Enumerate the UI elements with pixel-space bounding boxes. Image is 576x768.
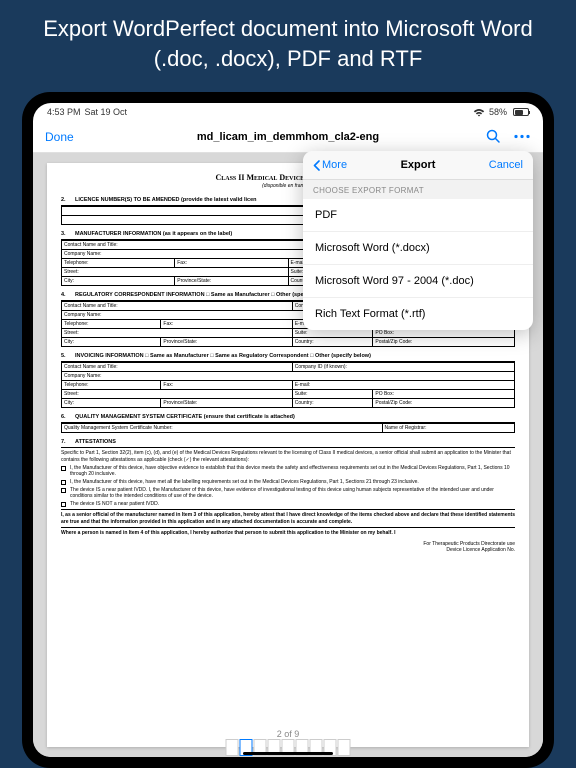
tablet-frame: 4:53 PM Sat 19 Oct 58% Done md_licam_im_…	[22, 92, 554, 768]
sec5-title: INVOICING INFORMATION □ Same as Manufact…	[75, 353, 515, 359]
checkbox	[61, 488, 66, 493]
att-cert: I, as a senior official of the manufactu…	[61, 512, 515, 525]
att-1: I, the Manufacturer of this device, have…	[70, 465, 515, 477]
wifi-icon	[473, 108, 485, 117]
back-button[interactable]: More	[313, 159, 347, 171]
sec4-num: 4.	[61, 292, 75, 298]
status-date: Sat 19 Oct	[85, 107, 128, 117]
battery-icon	[513, 108, 529, 116]
export-option-doc[interactable]: Microsoft Word 97 - 2004 (*.doc)	[303, 265, 533, 298]
checkbox	[61, 502, 66, 507]
screen: 4:53 PM Sat 19 Oct 58% Done md_licam_im_…	[33, 103, 543, 757]
thumb[interactable]	[226, 739, 239, 756]
export-popover: More Export Cancel CHOOSE EXPORT FORMAT …	[303, 151, 533, 330]
page-indicator: 2 of 9	[33, 729, 543, 739]
sec6-num: 6.	[61, 414, 75, 420]
popover-title: Export	[401, 159, 436, 171]
nav-bar: Done md_licam_im_demmhom_cla2-eng	[33, 121, 543, 153]
thumb[interactable]	[338, 739, 351, 756]
sec3-num: 3.	[61, 231, 75, 237]
sec5-table: Contact Name and Title:Company ID (if kn…	[61, 362, 515, 408]
checkbox	[61, 480, 66, 485]
sec6-title: QUALITY MANAGEMENT SYSTEM CERTIFICATE (e…	[75, 414, 515, 420]
status-time: 4:53 PM	[47, 107, 81, 117]
export-option-docx[interactable]: Microsoft Word (*.docx)	[303, 232, 533, 265]
sec6-table: Quality Management System Certificate Nu…	[61, 423, 515, 433]
home-indicator[interactable]	[243, 752, 333, 755]
chevron-left-icon	[313, 160, 320, 171]
export-option-pdf[interactable]: PDF	[303, 199, 533, 232]
sec5-num: 5.	[61, 353, 75, 359]
search-icon[interactable]	[486, 129, 501, 144]
more-icon[interactable]	[513, 129, 531, 144]
status-bar: 4:53 PM Sat 19 Oct 58%	[33, 103, 543, 121]
footer-2: Device Licence Application No.	[61, 547, 515, 553]
sec7-title: ATTESTATIONS	[75, 439, 515, 445]
att-auth: Where a person is named in Item 4 of thi…	[61, 530, 515, 537]
att-3: The device IS a near patient IVDD. I, th…	[70, 487, 515, 499]
sec7-num: 7.	[61, 439, 75, 445]
att-4: The device IS NOT a near patient IVDD.	[70, 501, 159, 507]
checkbox	[61, 466, 66, 471]
att-2: I, the Manufacturer of this device, have…	[70, 479, 419, 485]
doc-title: md_licam_im_demmhom_cla2-eng	[197, 131, 379, 143]
done-button[interactable]: Done	[45, 130, 74, 144]
battery-pct: 58%	[489, 107, 507, 117]
promo-header: Export WordPerfect document into Microso…	[0, 0, 576, 87]
popover-section-header: CHOOSE EXPORT FORMAT	[303, 180, 533, 199]
export-option-rtf[interactable]: Rich Text Format (*.rtf)	[303, 298, 533, 330]
back-label: More	[322, 159, 347, 171]
att-intro: Specific to Part 1, Section 32(2), item …	[61, 450, 515, 463]
sec2-num: 2.	[61, 197, 75, 203]
cancel-button[interactable]: Cancel	[489, 159, 523, 171]
